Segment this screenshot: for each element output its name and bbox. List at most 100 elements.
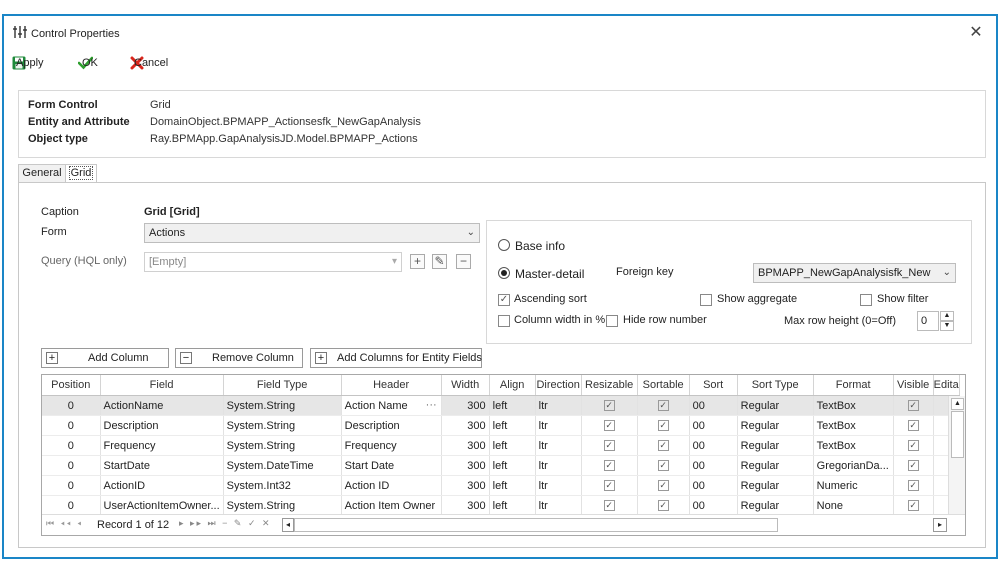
column-width-label: Column width in %	[514, 314, 606, 326]
vertical-scrollbar[interactable]: ▲	[948, 396, 965, 514]
column-header[interactable]: Resizable	[581, 375, 638, 396]
hide-row-number-checkbox[interactable]	[606, 315, 618, 327]
chevron-down-icon: ⌄	[940, 264, 951, 282]
max-row-height-stepper[interactable]: 0 ▲ ▼	[917, 311, 955, 331]
add-column-button[interactable]: + Add Column	[41, 348, 169, 368]
resizable-checkbox[interactable]: ✓	[603, 400, 615, 412]
form-select[interactable]: Actions ⌄	[144, 223, 480, 243]
query-select[interactable]: [Empty] ▾	[144, 252, 402, 272]
form-select-value: Actions	[149, 227, 186, 239]
show-aggregate-checkbox[interactable]	[700, 294, 712, 306]
position-cell: 0	[42, 495, 101, 516]
width-cell: 300	[441, 395, 490, 416]
sortable-cell: ✓	[637, 435, 690, 456]
column-header[interactable]: Field	[100, 375, 224, 396]
table-row[interactable]: 0 UserActionItemOwner... System.String A…	[42, 495, 960, 516]
table-row[interactable]: 0 Description System.String Description …	[42, 415, 960, 436]
columns-table: Position Field Field Type Header Width A…	[42, 375, 960, 516]
plus-icon: +	[315, 352, 327, 364]
master-detail-radio[interactable]	[498, 267, 510, 279]
sortable-checkbox[interactable]: ✓	[657, 420, 669, 432]
close-icon[interactable]: ✕	[966, 23, 986, 43]
sortable-checkbox[interactable]: ✓	[657, 440, 669, 452]
table-row[interactable]: 0 ActionID System.Int32 Action ID 300 le…	[42, 475, 960, 496]
direction-cell: ltr	[535, 415, 582, 436]
query-remove-icon[interactable]: −	[456, 254, 471, 269]
scroll-thumb[interactable]	[951, 411, 964, 458]
visible-checkbox[interactable]: ✓	[907, 440, 919, 452]
sort-cell: 00	[689, 455, 738, 476]
column-header[interactable]: Field Type	[223, 375, 342, 396]
header-cell-editor[interactable]: Action Name ···	[341, 395, 442, 416]
visible-checkbox[interactable]: ✓	[907, 480, 919, 492]
sort-type-cell: Regular	[737, 495, 814, 516]
dialog-window: Control Properties ✕ Apply OK Cancel For…	[2, 14, 998, 559]
resizable-cell: ✓	[581, 455, 638, 476]
column-header[interactable]: Align	[489, 375, 536, 396]
foreign-key-label: Foreign key	[616, 266, 674, 278]
visible-checkbox[interactable]: ✓	[907, 400, 919, 412]
ascending-sort-checkbox[interactable]: ✓	[498, 294, 510, 306]
header-cell: Start Date	[341, 455, 442, 476]
width-cell: 300	[441, 495, 490, 516]
nav-next-last-icons[interactable]: ▸ ▸▸ ⏭ − ✎ ✓ ✕	[179, 518, 272, 529]
resizable-checkbox[interactable]: ✓	[603, 440, 615, 452]
resizable-checkbox[interactable]: ✓	[603, 500, 615, 512]
visible-checkbox[interactable]: ✓	[907, 420, 919, 432]
sortable-checkbox[interactable]: ✓	[657, 500, 669, 512]
column-header[interactable]: Sort Type	[737, 375, 814, 396]
visible-checkbox[interactable]: ✓	[907, 460, 919, 472]
show-filter-checkbox[interactable]	[860, 294, 872, 306]
base-info-radio[interactable]	[498, 239, 510, 251]
caption-value: Grid [Grid]	[144, 206, 200, 218]
format-cell: TextBox	[813, 435, 894, 456]
sortable-checkbox[interactable]: ✓	[657, 460, 669, 472]
stepper-down-icon[interactable]: ▼	[940, 321, 954, 331]
position-cell: 0	[42, 435, 101, 456]
remove-column-button[interactable]: − Remove Column	[175, 348, 303, 368]
cancel-button[interactable]: Cancel	[130, 54, 168, 72]
horizontal-scroll-thumb[interactable]	[294, 518, 778, 532]
nav-first-prev-icons[interactable]: ⏮ ◂◂ ◂	[46, 518, 83, 529]
stepper-up-icon[interactable]: ▲	[940, 311, 954, 321]
apply-button[interactable]: Apply	[12, 54, 44, 72]
column-width-checkbox[interactable]	[498, 315, 510, 327]
sort-type-cell: Regular	[737, 415, 814, 436]
query-edit-icon[interactable]: ✎	[432, 254, 447, 269]
column-header[interactable]: Width	[441, 375, 490, 396]
visible-checkbox[interactable]: ✓	[907, 500, 919, 512]
add-entity-fields-button[interactable]: + Add Columns for Entity Fields	[310, 348, 482, 368]
ok-button[interactable]: OK	[78, 54, 98, 72]
add-entity-fields-label: Add Columns for Entity Fields	[337, 352, 482, 364]
sortable-checkbox[interactable]: ✓	[657, 400, 669, 412]
resizable-checkbox[interactable]: ✓	[603, 420, 615, 432]
column-header[interactable]: Sortable	[637, 375, 690, 396]
resizable-checkbox[interactable]: ✓	[603, 480, 615, 492]
tab-grid[interactable]: Grid	[65, 164, 97, 183]
hscroll-right-icon[interactable]: ▸	[933, 518, 947, 532]
table-row[interactable]: 0 Frequency System.String Frequency 300 …	[42, 435, 960, 456]
sort-type-cell: Regular	[737, 455, 814, 476]
scroll-up-icon[interactable]: ▲	[951, 398, 964, 410]
column-header[interactable]: Visible	[893, 375, 934, 396]
column-header[interactable]: Header	[341, 375, 442, 396]
master-detail-label: Master-detail	[515, 267, 585, 281]
sort-cell: 00	[689, 395, 738, 416]
ellipsis-icon[interactable]: ···	[426, 399, 437, 411]
visible-cell: ✓	[893, 395, 934, 416]
hscroll-left-icon[interactable]: ◂	[282, 518, 294, 532]
table-row[interactable]: 0 ActionName System.String Action Name ··…	[42, 395, 960, 416]
max-row-height-input[interactable]: 0	[917, 311, 939, 331]
resizable-checkbox[interactable]: ✓	[603, 460, 615, 472]
column-header[interactable]: Sort	[689, 375, 738, 396]
column-header[interactable]: Position	[42, 375, 101, 396]
column-header[interactable]: Format	[813, 375, 894, 396]
sortable-checkbox[interactable]: ✓	[657, 480, 669, 492]
column-header[interactable]: Direction	[535, 375, 582, 396]
foreign-key-select[interactable]: BPMAPP_NewGapAnalysisfk_New ⌄	[753, 263, 956, 283]
query-add-icon[interactable]: +	[410, 254, 425, 269]
resizable-cell: ✓	[581, 415, 638, 436]
column-header[interactable]: Edita	[933, 375, 960, 396]
table-row[interactable]: 0 StartDate System.DateTime Start Date 3…	[42, 455, 960, 476]
tab-general[interactable]: General	[18, 164, 66, 182]
